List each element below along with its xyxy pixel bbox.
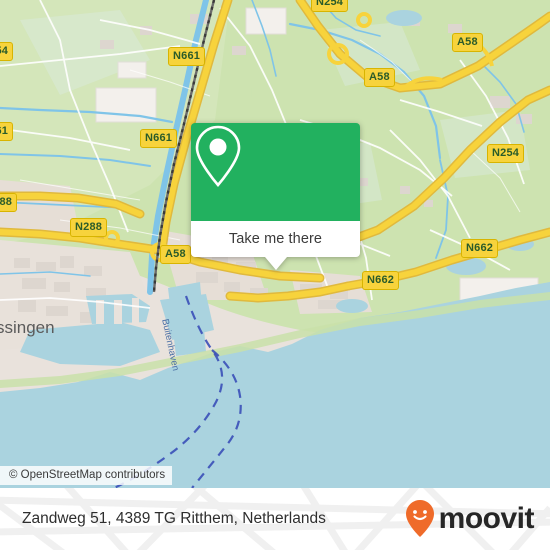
moovit-wordmark: moovit	[438, 502, 535, 535]
moovit-pin-smiley-icon	[405, 500, 434, 537]
popup-action-bar[interactable]: Take me there	[191, 221, 360, 270]
road-shield: N662	[461, 239, 499, 258]
moovit-map-share-card: N661 N661 N288 N288 A58 A58 A58 N254 N25…	[0, 0, 550, 550]
footer-bar: Zandweg 51, 4389 TG Ritthem, Netherlands…	[0, 488, 550, 550]
osm-attribution[interactable]: © OpenStreetMap contributors	[0, 466, 173, 485]
road-shield: A58	[364, 68, 395, 87]
popup-pointer	[264, 257, 287, 270]
road-shield: N288	[0, 193, 18, 212]
location-popup-card[interactable]: Take me there	[191, 123, 360, 270]
road-shield: N254	[0, 42, 14, 61]
road-shield: A58	[452, 33, 483, 52]
road-shield: N662	[362, 271, 400, 290]
road-shield: N288	[70, 218, 108, 237]
road-shield: N254	[311, 0, 349, 12]
road-shield: N661	[0, 122, 14, 141]
map-canvas[interactable]: N661 N661 N288 N288 A58 A58 A58 N254 N25…	[0, 0, 550, 488]
popup-header	[191, 123, 360, 221]
road-shield: A58	[160, 245, 191, 264]
road-shield: N661	[168, 47, 206, 66]
road-shield: N661	[140, 129, 178, 148]
take-me-there-label: Take me there	[228, 231, 323, 247]
map-pin-icon	[195, 125, 241, 187]
address-text: Zandweg 51, 4389 TG Ritthem, Netherlands	[22, 510, 326, 527]
place-label-vlissingen: ssingen	[0, 318, 55, 337]
moovit-logo[interactable]: moovit	[404, 499, 535, 539]
road-shield: N254	[487, 144, 525, 163]
